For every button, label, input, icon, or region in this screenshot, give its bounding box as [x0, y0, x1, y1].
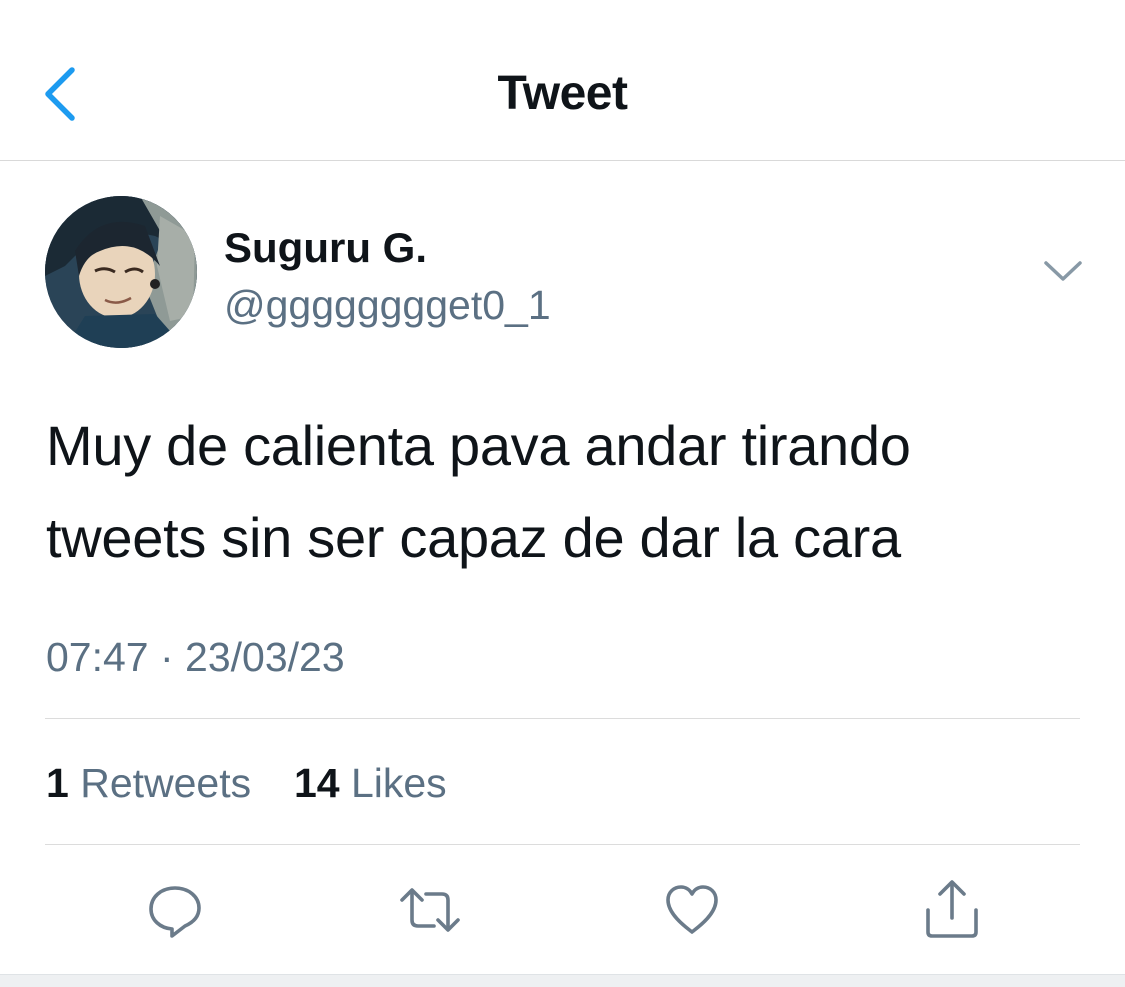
likes-label: Likes: [350, 760, 447, 806]
like-button[interactable]: [660, 878, 724, 942]
divider: [45, 844, 1080, 845]
retweet-icon: [400, 888, 460, 932]
retweets-stat[interactable]: 1 Retweets: [46, 760, 263, 806]
avatar[interactable]: [45, 196, 197, 348]
likes-count: 14: [293, 760, 340, 806]
retweets-count: 1: [46, 760, 69, 806]
likes-stat[interactable]: 14 Likes: [294, 760, 447, 806]
tweet-text-line: Muy de calienta pava andar tirando: [46, 414, 911, 477]
bottom-edge: [0, 974, 1125, 987]
chevron-down-icon: [1044, 261, 1082, 281]
author-display-name[interactable]: Suguru G.: [224, 224, 427, 272]
retweet-button[interactable]: [398, 878, 462, 942]
avatar-image: [45, 196, 197, 348]
tweet-timestamp: 07:47 · 23/03/23: [46, 634, 345, 680]
reply-button[interactable]: [143, 878, 207, 942]
tweet-text-line: tweets sin ser capaz de dar la cara: [46, 506, 901, 569]
author-handle[interactable]: @gggggggget0_1: [224, 282, 551, 329]
tweet-options-button[interactable]: [1040, 255, 1086, 289]
reply-icon: [149, 886, 201, 938]
engagement-stats: 1 Retweets 14 Likes: [46, 760, 447, 807]
tweet-detail-screen: Tweet Suguru G. @gggggggget0_1 Muy de ca…: [0, 0, 1125, 987]
like-icon: [666, 885, 718, 934]
share-button[interactable]: [920, 878, 984, 942]
divider: [45, 718, 1080, 719]
share-icon: [926, 880, 978, 938]
retweets-label: Retweets: [80, 760, 252, 806]
page-title: Tweet: [497, 67, 628, 120]
top-navigation-bar: Tweet: [0, 0, 1125, 161]
tweet-text: Muy de calienta pava andar tirando tweet…: [46, 400, 1086, 584]
